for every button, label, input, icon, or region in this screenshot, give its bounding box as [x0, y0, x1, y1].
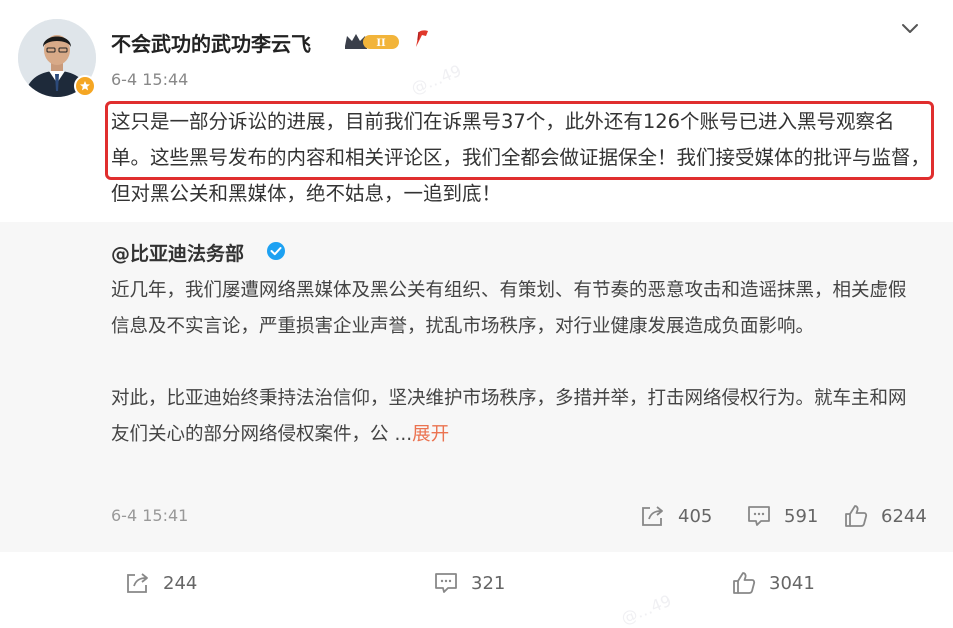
vip-level-label: II: [376, 38, 386, 49]
username[interactable]: 不会武功的武功李云飞: [111, 28, 311, 57]
original-paragraph-2-text: 对此，比亚迪始终秉持法治信仰，坚决维护市场秩序，多措并举，打击网络侵权行为。就车…: [111, 388, 907, 445]
original-repost-button[interactable]: 405: [640, 504, 712, 528]
expand-link[interactable]: 展开: [412, 424, 449, 445]
chevron-down-icon[interactable]: [898, 16, 922, 44]
original-repost-count: 405: [678, 505, 713, 527]
original-like-button[interactable]: 6244: [843, 504, 927, 528]
like-icon: [733, 572, 756, 594]
original-author[interactable]: @比亚迪法务部: [111, 239, 244, 266]
post-time[interactable]: 6-4 15:44: [111, 70, 188, 89]
weibo-post-card: 不会武功的武功李云飞 II 6-4 15:44 这只是一部分诉讼的进展，目前我们…: [0, 0, 953, 628]
like-count: 3041: [769, 572, 815, 594]
original-comment-button[interactable]: 591: [746, 504, 818, 528]
original-post-text: 近几年，我们屡遭网络黑媒体及黑公关有组织、有策划、有节奏的恶意攻击和造谣抹黑，相…: [111, 273, 921, 453]
comment-icon: [748, 506, 770, 526]
vip-crown-icon[interactable]: II: [343, 30, 401, 56]
repost-icon: [642, 506, 663, 526]
verified-badge-icon: [74, 75, 96, 97]
like-button[interactable]: 3041: [731, 571, 815, 595]
original-paragraph-1: 近几年，我们屡遭网络黑媒体及黑公关有组织、有策划、有节奏的恶意攻击和造谣抹黑，相…: [111, 280, 907, 337]
like-icon: [845, 505, 868, 527]
original-like-count: 6244: [881, 505, 927, 527]
comment-count: 321: [471, 572, 506, 594]
watermark: @…49: [408, 60, 465, 99]
fire-icon[interactable]: [412, 28, 432, 52]
original-comment-count: 591: [784, 505, 819, 527]
original-paragraph-2: 对此，比亚迪始终秉持法治信仰，坚决维护市场秩序，多措并举，打击网络侵权行为。就车…: [111, 381, 921, 453]
ellipsis: ...: [394, 424, 413, 445]
verified-blue-icon: [266, 241, 286, 265]
post-text: 这只是一部分诉讼的进展，目前我们在诉黑号37个，此外还有126个账号已进入黑号观…: [111, 110, 931, 205]
original-post-time[interactable]: 6-4 15:41: [111, 506, 188, 525]
comment-icon: [435, 573, 457, 593]
repost-icon: [127, 573, 148, 593]
watermark: @…49: [618, 590, 675, 628]
repost-button[interactable]: 244: [125, 571, 197, 595]
repost-count: 244: [163, 572, 198, 594]
comment-button[interactable]: 321: [433, 571, 505, 595]
